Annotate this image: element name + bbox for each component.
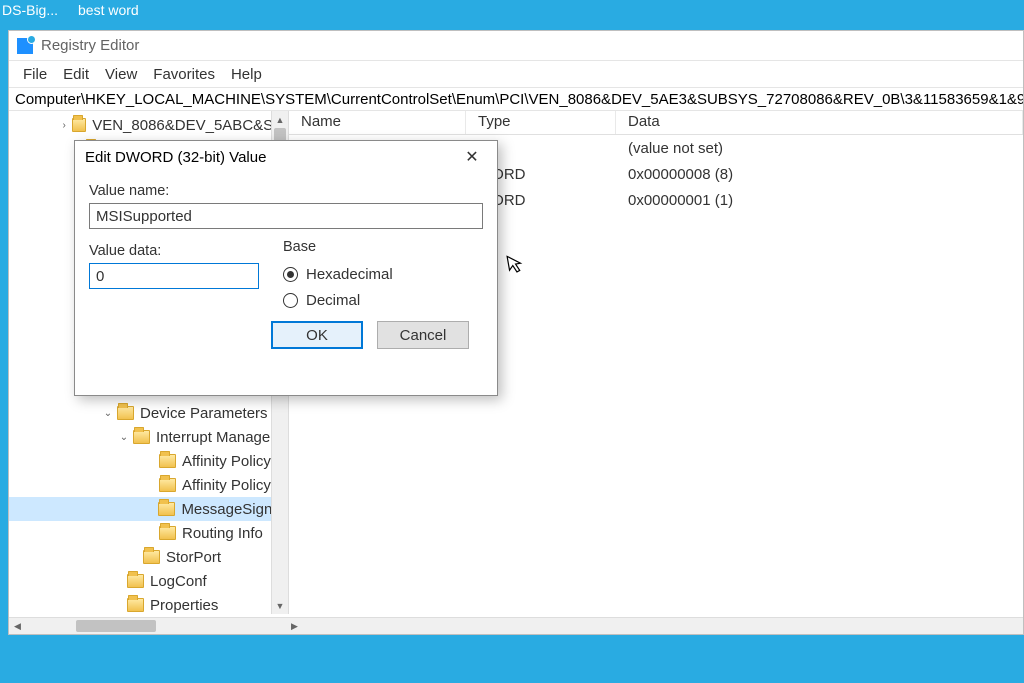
cell-data: (value not set) xyxy=(616,140,1023,157)
value-data-input[interactable] xyxy=(89,263,259,289)
tree-row[interactable]: › VEN_8086&DEV_5ABC&SU xyxy=(9,113,288,137)
tree-row[interactable]: Affinity Policy - xyxy=(9,473,288,497)
chevron-icon[interactable]: › xyxy=(58,120,70,131)
window-title: Registry Editor xyxy=(41,37,139,54)
menu-favorites[interactable]: Favorites xyxy=(147,64,221,85)
menu-bar: File Edit View Favorites Help xyxy=(9,61,1023,87)
tree-label: Routing Info xyxy=(182,525,267,542)
radio-icon[interactable] xyxy=(283,267,298,282)
cancel-button[interactable]: Cancel xyxy=(377,321,469,349)
folder-icon xyxy=(159,478,176,492)
regedit-app-icon xyxy=(17,38,33,54)
base-label: Base xyxy=(283,239,393,255)
value-name-label: Value name: xyxy=(89,183,483,199)
folder-icon xyxy=(127,574,144,588)
value-data-label: Value data: xyxy=(89,243,259,259)
menu-view[interactable]: View xyxy=(99,64,143,85)
scroll-thumb[interactable] xyxy=(76,620,156,632)
tree-label: Properties xyxy=(150,597,222,614)
tree-row[interactable]: ⌄ Device Parameters xyxy=(9,401,288,425)
tree-row[interactable]: StorPort xyxy=(9,545,288,569)
desktop-taskbar-titles: DS-Big... best word xyxy=(0,2,139,18)
folder-icon xyxy=(143,550,160,564)
close-icon[interactable]: ✕ xyxy=(457,147,487,167)
list-header[interactable]: Name Type Data xyxy=(289,111,1023,135)
tree-label: VEN_8086&DEV_5ABC&SU xyxy=(92,117,288,134)
chevron-icon[interactable]: ⌄ xyxy=(101,408,115,419)
tree-row[interactable]: Properties xyxy=(9,593,288,614)
column-data[interactable]: Data xyxy=(616,111,1023,134)
tree-row[interactable]: ⌄ Interrupt Manager xyxy=(9,425,288,449)
cell-data: 0x00000008 (8) xyxy=(616,166,1023,183)
tree-row[interactable]: MessageSignal xyxy=(9,497,288,521)
radio-hexadecimal[interactable]: Hexadecimal xyxy=(283,261,393,287)
folder-icon xyxy=(133,430,150,444)
tree-label: Affinity Policy - xyxy=(182,477,284,494)
folder-icon xyxy=(117,406,134,420)
titlebar[interactable]: Registry Editor xyxy=(9,31,1023,61)
folder-icon xyxy=(159,526,176,540)
edit-dword-dialog: Edit DWORD (32-bit) Value ✕ Value name: … xyxy=(74,140,498,396)
radio-label: Hexadecimal xyxy=(306,266,393,283)
tree-label: Interrupt Manager xyxy=(156,429,279,446)
tree-label: StorPort xyxy=(166,549,225,566)
menu-file[interactable]: File xyxy=(17,64,53,85)
tree-row[interactable]: Affinity Policy xyxy=(9,449,288,473)
base-group: Base Hexadecimal Decimal xyxy=(283,239,393,313)
menu-edit[interactable]: Edit xyxy=(57,64,95,85)
ok-button[interactable]: OK xyxy=(271,321,363,349)
menu-help[interactable]: Help xyxy=(225,64,268,85)
tree-label: LogConf xyxy=(150,573,211,590)
radio-icon[interactable] xyxy=(283,293,298,308)
folder-icon xyxy=(159,454,176,468)
tree-horizontal-scrollbar[interactable]: ◀ ▶ xyxy=(9,617,1023,634)
radio-decimal[interactable]: Decimal xyxy=(283,287,393,313)
chevron-icon[interactable]: ⌄ xyxy=(117,432,131,443)
taskbar-item[interactable]: best word xyxy=(78,2,139,18)
tree-row[interactable]: Routing Info xyxy=(9,521,288,545)
scroll-left-icon[interactable]: ◀ xyxy=(9,618,26,634)
tree-label: Device Parameters xyxy=(140,405,272,422)
value-name-input[interactable] xyxy=(89,203,483,229)
column-type[interactable]: Type xyxy=(466,111,616,134)
taskbar-item[interactable]: DS-Big... xyxy=(2,2,58,18)
address-bar[interactable]: Computer\HKEY_LOCAL_MACHINE\SYSTEM\Curre… xyxy=(9,87,1023,111)
folder-icon xyxy=(158,502,175,516)
folder-icon xyxy=(127,598,144,612)
scroll-down-icon[interactable]: ▼ xyxy=(272,597,288,614)
folder-icon xyxy=(72,118,86,132)
tree-row[interactable]: LogConf xyxy=(9,569,288,593)
dialog-titlebar[interactable]: Edit DWORD (32-bit) Value ✕ xyxy=(75,141,497,173)
radio-label: Decimal xyxy=(306,292,360,309)
tree-label: Affinity Policy xyxy=(182,453,275,470)
dialog-title: Edit DWORD (32-bit) Value xyxy=(85,149,266,166)
scroll-right-icon[interactable]: ▶ xyxy=(286,618,303,634)
column-name[interactable]: Name xyxy=(289,111,466,134)
scroll-up-icon[interactable]: ▲ xyxy=(272,111,288,128)
cell-data: 0x00000001 (1) xyxy=(616,192,1023,209)
